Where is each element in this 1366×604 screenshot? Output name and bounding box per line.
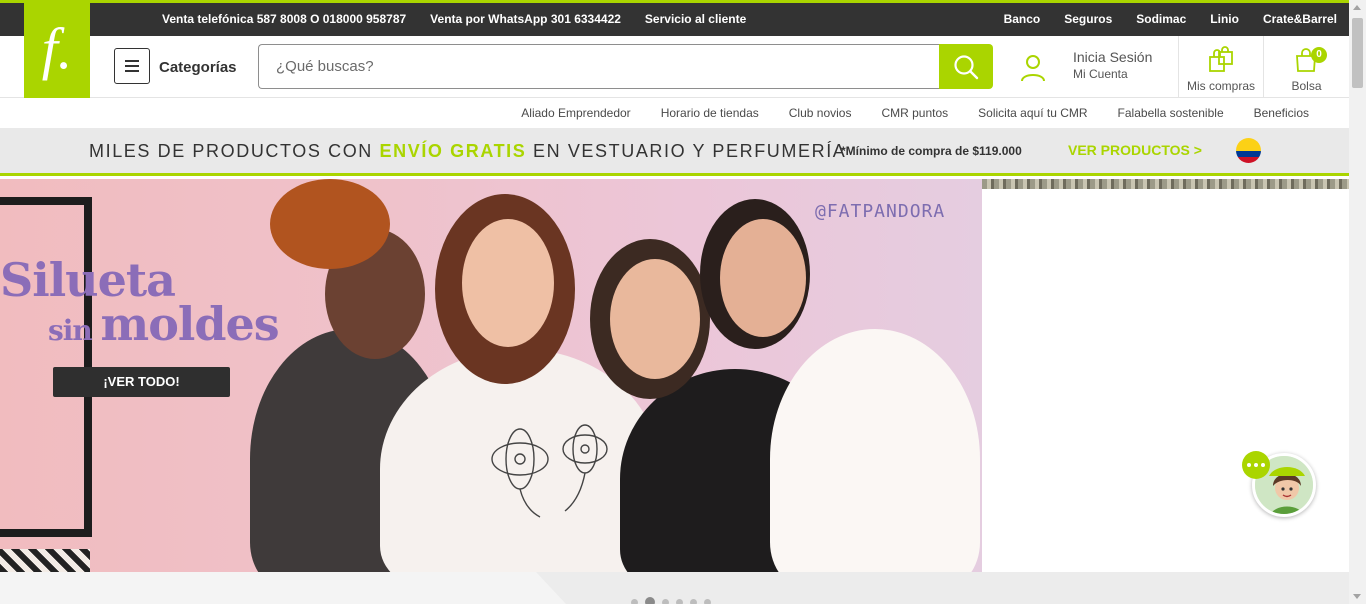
search-icon <box>954 54 979 79</box>
crate-barrel-link[interactable]: Crate&Barrel <box>1263 12 1337 26</box>
hero-banner[interactable]: @FATPANDORA Silueta sin moldes ¡VER TODO… <box>0 179 982 572</box>
falabella-logo[interactable]: f. <box>24 0 90 98</box>
shopping-bag-button[interactable]: 0 Bolsa <box>1264 36 1349 97</box>
scroll-thumb[interactable] <box>1352 18 1363 88</box>
view-all-button[interactable]: ¡VER TODO! <box>53 367 230 397</box>
model-figure <box>770 329 980 572</box>
hero-title-line2: sin moldes <box>48 297 280 351</box>
nav-cmr-puntos[interactable]: CMR puntos <box>881 106 948 120</box>
carousel-dot-active[interactable] <box>645 597 655 604</box>
page-scrollbar[interactable] <box>1349 0 1366 604</box>
phone-sales-link[interactable]: Venta telefónica 587 8008 O 018000 95878… <box>162 12 406 26</box>
nav-club-novios[interactable]: Club novios <box>789 106 852 120</box>
carousel-dot[interactable] <box>662 598 669 604</box>
user-icon[interactable] <box>1020 54 1046 82</box>
search-button[interactable] <box>939 44 993 89</box>
side-banner-strip <box>982 179 1349 189</box>
free-shipping-banner[interactable]: MILES DE PRODUCTOS CON ENVÍO GRATIS EN V… <box>0 128 1349 176</box>
nav-beneficios[interactable]: Beneficios <box>1254 106 1309 120</box>
my-purchases-label: Mis compras <box>1186 79 1255 93</box>
main-header: Categorías Inicia Sesión Mi Cuenta Mis c… <box>0 36 1349 98</box>
carousel-dot[interactable] <box>631 598 638 604</box>
my-purchases-button[interactable]: Mis compras <box>1179 36 1263 97</box>
promo-text: MILES DE PRODUCTOS CON ENVÍO GRATIS EN V… <box>89 141 847 161</box>
flower-print-graphic <box>491 424 608 518</box>
my-account-link[interactable]: Mi Cuenta <box>1073 67 1128 81</box>
min-purchase-note: *Mínimo de compra de $119.000 <box>841 144 1022 158</box>
model-hair <box>270 179 390 269</box>
login-link[interactable]: Inicia Sesión <box>1073 49 1152 65</box>
nav-aliado-emprendedor[interactable]: Aliado Emprendedor <box>521 106 630 120</box>
colombia-flag-icon[interactable] <box>1236 138 1261 163</box>
nav-falabella-sostenible[interactable]: Falabella sostenible <box>1118 106 1224 120</box>
whatsapp-sales-link[interactable]: Venta por WhatsApp 301 6334422 <box>430 12 621 26</box>
secondary-nav: Aliado Emprendedor Horario de tiendas Cl… <box>0 98 1349 128</box>
carousel-dot[interactable] <box>690 598 697 604</box>
bag-count-badge: 0 <box>1311 47 1327 63</box>
categories-label[interactable]: Categorías <box>159 59 237 76</box>
chat-bubble-icon[interactable] <box>1242 451 1270 479</box>
carousel-dot[interactable] <box>704 598 711 604</box>
carousel-dots <box>631 597 711 604</box>
search-box <box>258 44 940 89</box>
search-input[interactable] <box>259 45 940 88</box>
nav-horario-tiendas[interactable]: Horario de tiendas <box>661 106 759 120</box>
nav-solicita-cmr[interactable]: Solicita aquí tu CMR <box>978 106 1087 120</box>
bag-label: Bolsa <box>1291 79 1322 93</box>
logo-glyph: f. <box>41 16 73 81</box>
shopping-bags-icon <box>1209 46 1233 72</box>
carousel-dot[interactable] <box>676 598 683 604</box>
model-face <box>610 259 700 379</box>
scroll-down-arrow-icon[interactable] <box>1353 594 1361 599</box>
banco-link[interactable]: Banco <box>1004 12 1041 26</box>
scroll-up-arrow-icon[interactable] <box>1353 5 1361 10</box>
top-utility-bar: Venta telefónica 587 8008 O 018000 95878… <box>0 0 1349 36</box>
model-face <box>462 219 554 347</box>
customer-service-link[interactable]: Servicio al cliente <box>645 12 746 26</box>
model-face <box>720 219 806 337</box>
hamburger-menu-button[interactable] <box>114 48 150 84</box>
instagram-tag: @FATPANDORA <box>815 201 946 222</box>
sodimac-link[interactable]: Sodimac <box>1136 12 1186 26</box>
carousel-footer <box>0 572 1349 604</box>
linio-link[interactable]: Linio <box>1210 12 1239 26</box>
zebra-pattern <box>0 549 90 572</box>
view-products-link[interactable]: VER PRODUCTOS > <box>1068 142 1202 158</box>
seguros-link[interactable]: Seguros <box>1064 12 1112 26</box>
